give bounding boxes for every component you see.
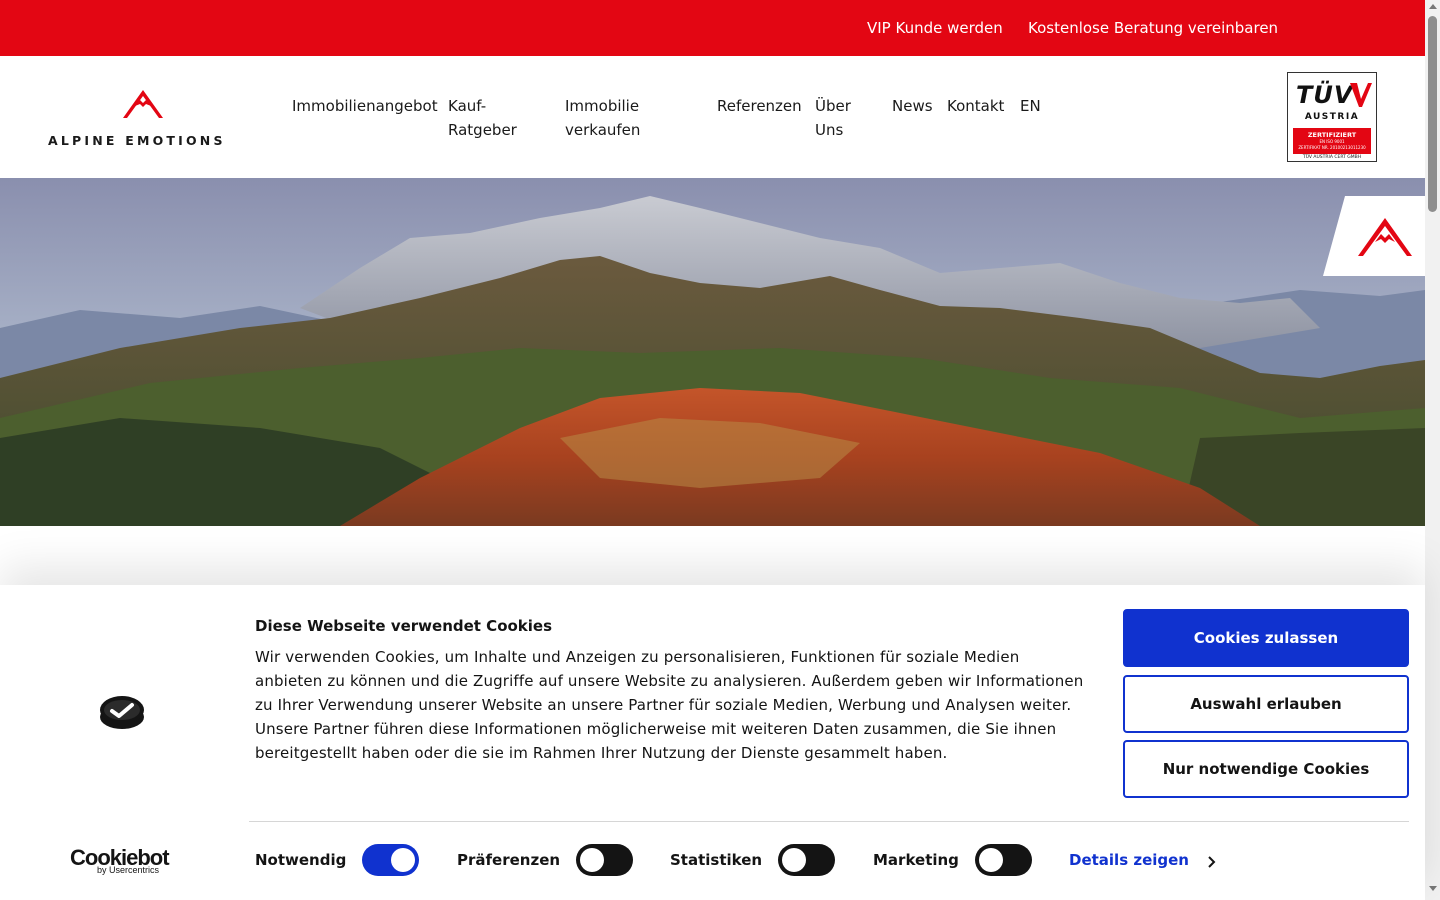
toggle-knob [391,848,415,872]
nav-ueber-uns[interactable]: Über Uns [815,94,875,142]
site-logo[interactable]: ALPINE EMOTIONS [48,88,240,148]
toggle-marketing[interactable] [975,844,1032,876]
tuv-certificate-badge[interactable]: TÜV AUSTRIA ZERTIFIZIERT EN ISO 9001 ZER… [1287,72,1377,162]
scroll-thumb[interactable] [1428,16,1437,212]
toggle-knob [979,848,1003,872]
alpine-emotions-mark-icon [123,90,163,118]
nav-referenzen[interactable]: Referenzen [717,94,802,118]
nav-news[interactable]: News [892,94,933,118]
chevron-right-icon[interactable] [1206,855,1218,869]
tuv-check-icon [1350,83,1372,107]
cookie-divider [249,821,1409,822]
toggle-label-marketing: Marketing [873,851,959,869]
tuv-brand: TÜV [1296,81,1354,109]
tuv-sub: AUSTRIA [1304,112,1360,122]
nav-immobilie-verkaufen[interactable]: Immobilie verkaufen [565,94,665,142]
nav-immobilienangebot[interactable]: Immobilienangebot [292,94,438,118]
allow-all-cookies-button[interactable]: Cookies zulassen [1123,609,1409,667]
tuv-line3: ZERTIFIKAT NR. 20100213011230 [1298,145,1366,150]
scroll-down-arrow-icon[interactable] [1429,886,1437,891]
details-link[interactable]: Details zeigen [1069,851,1189,869]
toggle-notwendig[interactable] [362,844,419,876]
mountain-landscape [0,178,1425,526]
logo-wordmark: ALPINE EMOTIONS [48,133,226,148]
cookiebot-cookie-icon [100,696,144,729]
cookie-description: Wir verwenden Cookies, um Inhalte und An… [255,648,1084,762]
toggle-label-statistiken: Statistiken [670,851,763,869]
cookie-title: Diese Webseite verwendet Cookies [255,617,553,635]
toggle-knob [580,848,604,872]
tuv-certified-box: ZERTIFIZIERT EN ISO 9001 ZERTIFIKAT NR. … [1293,128,1371,154]
toggle-label-notwendig: Notwendig [255,851,347,869]
cookiebot-brand-sub: by Usercentrics [97,865,160,875]
hero-image [0,178,1425,526]
necessary-cookies-only-button[interactable]: Nur notwendige Cookies [1123,740,1409,798]
vip-kunde-link[interactable]: VIP Kunde werden [867,19,1003,37]
beratung-link[interactable]: Kostenlose Beratung vereinbaren [1028,19,1278,37]
tuv-footer: TÜV AUSTRIA CERT GMBH [1302,155,1362,160]
toggle-statistiken[interactable] [778,844,835,876]
hero-logo-badge [1323,196,1425,276]
toggle-praeferenzen[interactable] [576,844,633,876]
site-header: ALPINE EMOTIONS Immobilienangebot Kauf-R… [0,56,1425,178]
nav-kontakt[interactable]: Kontakt [947,94,1004,118]
top-bar: VIP Kunde werden Kostenlose Beratung ver… [0,0,1425,56]
nav-language-en[interactable]: EN [1020,94,1041,118]
scroll-up-arrow-icon[interactable] [1429,4,1437,9]
toggle-knob [782,848,806,872]
allow-selection-button[interactable]: Auswahl erlauben [1123,675,1409,733]
toggle-label-praeferenzen: Präferenzen [457,851,561,869]
cookie-consent-banner: Cookiebot by Usercentrics Diese Webseite… [0,585,1425,900]
tuv-line1: ZERTIFIZIERT [1307,131,1357,139]
nav-kauf-ratgeber[interactable]: Kauf-Ratgeber [448,94,538,142]
page-scrollbar[interactable] [1425,0,1440,900]
